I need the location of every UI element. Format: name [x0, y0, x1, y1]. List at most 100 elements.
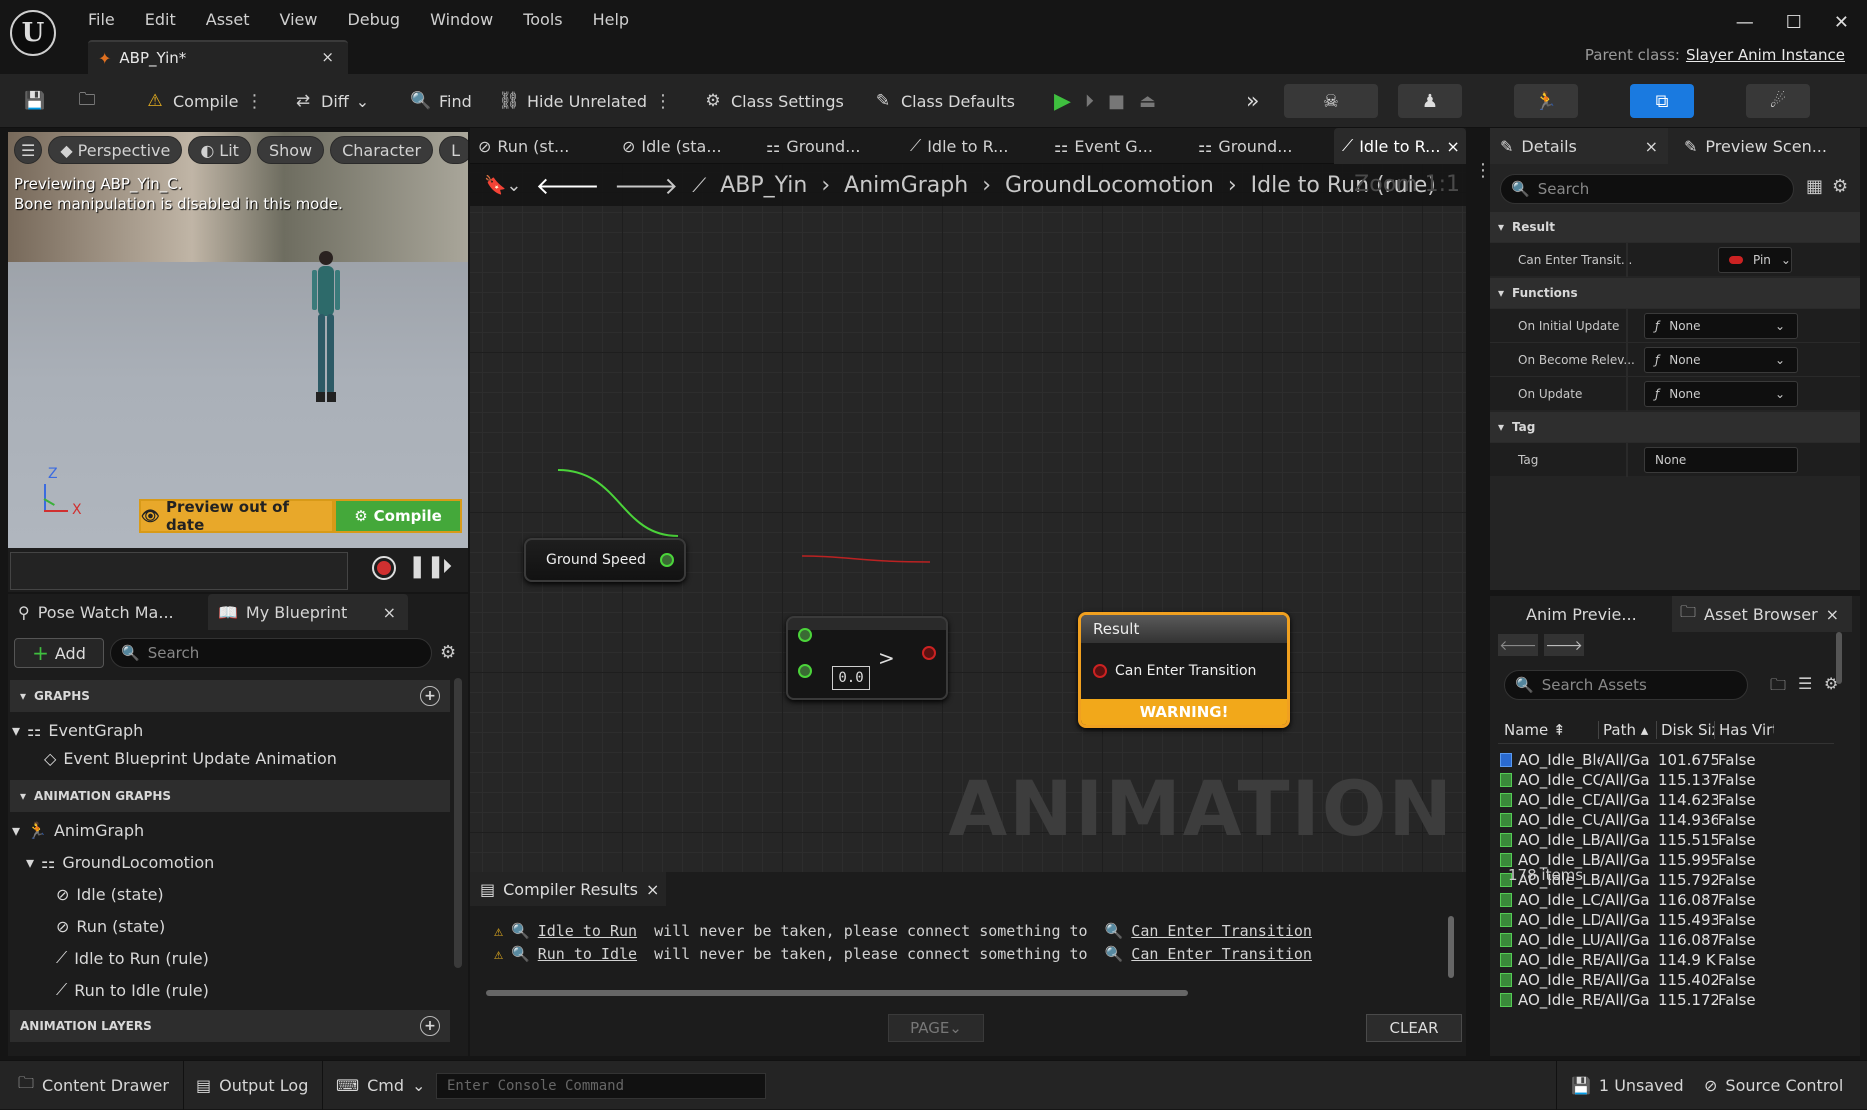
compiler-link[interactable]: Can Enter Transition [1131, 922, 1312, 940]
can-enter-transition-pin[interactable] [1093, 664, 1107, 678]
minimize-button[interactable]: — [1736, 12, 1754, 33]
add-layer-button[interactable]: + [420, 1016, 440, 1036]
class-defaults-button[interactable]: ✎ Class Defaults [872, 86, 1015, 116]
asset-row[interactable]: AO_Idle_LC/All/Ga 116.087 False [1500, 890, 1778, 910]
tree-ground-locomotion[interactable]: ▾ ⚏ GroundLocomotion [26, 848, 214, 876]
asset-scrollbar[interactable] [1836, 632, 1842, 684]
asset-row[interactable]: AO_Idle_CU/All/Ga 114.936 False [1500, 810, 1778, 830]
settings-gear-icon[interactable]: ⚙ [1832, 176, 1848, 197]
viewport-menu-button[interactable]: ☰ [14, 136, 43, 164]
asset-row[interactable]: AO_Idle_RB/All/Ga 115.172 False [1500, 990, 1778, 1010]
class-settings-button[interactable]: ⚙ Class Settings [702, 86, 843, 116]
parent-class-link[interactable]: Slayer Anim Instance [1686, 46, 1845, 64]
character-preview[interactable] [304, 244, 348, 414]
menu-asset[interactable]: Asset [206, 10, 250, 29]
hide-unrelated-options-icon[interactable]: ⋮ [654, 91, 672, 112]
menu-edit[interactable]: Edit [145, 10, 176, 29]
tree-idle-to-run[interactable]: ⟋ Idle to Run (rule) [56, 944, 209, 972]
compare-value-field[interactable]: 0.0 [832, 666, 870, 690]
play-icon[interactable]: ▶ [1054, 89, 1071, 114]
filter-icon[interactable]: ☰ [1798, 674, 1812, 693]
asset-row[interactable]: AO_Idle_LU/All/Ga 116.087 False [1500, 930, 1778, 950]
asset-row[interactable]: AO_Idle_CD/All/Ga 114.623 False [1500, 790, 1778, 810]
unsaved-button[interactable]: 💾 1 Unsaved [1556, 1061, 1698, 1110]
graph-editor[interactable]: 🔖⌄ 🡐 🡒 ⟋ ABP_Yin › AnimGraph › GroundLoc… [470, 164, 1466, 872]
tab-asset-browser[interactable]: 🗀 Asset Browser × [1672, 596, 1852, 632]
animation-mode-button[interactable]: 🏃 [1514, 84, 1578, 118]
cmd-button[interactable]: ⌨ Cmd ⌄ [322, 1061, 439, 1110]
tree-event-graph[interactable]: ▾ ⚏ EventGraph [12, 716, 143, 744]
section-result[interactable]: ▾ Result [1490, 212, 1860, 242]
asset-search-input[interactable]: 🔍 Search Assets [1504, 670, 1748, 700]
close-tab-button[interactable]: × [383, 603, 396, 622]
asset-row[interactable]: AO_Idle_LB/All/Ga 115.515 False [1500, 830, 1778, 850]
compare-input-a-pin[interactable] [798, 628, 812, 642]
compile-button[interactable]: ⚠ Compile ⋮ [144, 86, 263, 116]
close-tab-button[interactable]: × [646, 880, 659, 899]
menu-help[interactable]: Help [593, 10, 629, 29]
console-input[interactable]: Enter Console Command [436, 1073, 766, 1099]
asset-row[interactable]: AO_Idle_LD/All/Ga 115.493 False [1500, 910, 1778, 930]
greater-than-node[interactable]: 0.0 > [786, 616, 948, 700]
clear-button[interactable]: CLEAR [1366, 1014, 1462, 1042]
close-tab-button[interactable]: × [321, 48, 334, 66]
column-name[interactable]: Name ⇞ [1498, 721, 1598, 739]
close-window-button[interactable]: ✕ [1834, 12, 1849, 33]
asset-row[interactable]: AO_Idle_Ble/All/Ga 101.675 False [1500, 750, 1778, 770]
on-become-relevant-dropdown[interactable]: ƒ None ⌄ [1644, 347, 1798, 373]
compiler-link[interactable]: Can Enter Transition [1131, 945, 1312, 963]
tab-idle-to-run-1[interactable]: ⟋ Idle to R... [902, 128, 1042, 164]
physics-mode-button[interactable]: ☄ [1746, 84, 1810, 118]
column-path[interactable]: Path ▴ [1598, 720, 1656, 739]
tree-run-to-idle[interactable]: ⟋ Run to Idle (rule) [56, 976, 209, 1004]
step-forward-button[interactable]: ⏵ [442, 554, 452, 578]
close-tab-button[interactable]: × [1446, 137, 1459, 156]
tab-anim-preview[interactable]: Anim Previe... [1490, 596, 1668, 632]
ground-speed-output-pin[interactable] [660, 553, 674, 567]
folder-icon[interactable]: 🗀 [1770, 674, 1786, 701]
add-graph-button[interactable]: + [420, 686, 440, 706]
output-log-button[interactable]: ▤ Output Log [182, 1061, 324, 1110]
browse-button[interactable]: 🗀 [76, 86, 98, 116]
diff-button[interactable]: ⇄ Diff ⌄ [292, 86, 369, 116]
horizontal-scrollbar[interactable] [486, 990, 1188, 996]
eject-icon[interactable]: ⏏ [1139, 91, 1156, 112]
compare-output-pin[interactable] [922, 646, 936, 660]
find-button[interactable]: 🔍 Find [410, 86, 471, 116]
asset-row[interactable]: AO_Idle_RB/All/Ga 115.402 False [1500, 970, 1778, 990]
close-tab-button[interactable]: × [1826, 605, 1839, 624]
menu-window[interactable]: Window [430, 10, 493, 29]
tree-anim-graph[interactable]: ▾ 🏃 AnimGraph [12, 816, 144, 844]
menu-file[interactable]: File [88, 10, 115, 29]
character-button[interactable]: Character [330, 136, 434, 164]
content-drawer-button[interactable]: 🗀 Content Drawer [4, 1061, 184, 1110]
hide-unrelated-button[interactable]: ⛓ Hide Unrelated ⋮ [498, 86, 672, 116]
section-animation-layers[interactable]: ANIMATION LAYERS + [10, 1010, 450, 1042]
section-functions[interactable]: ▾ Functions [1490, 278, 1860, 308]
compiler-link[interactable]: Run to Idle [538, 945, 637, 963]
pin-dropdown[interactable]: Pin ⌄ [1718, 247, 1792, 273]
menu-tools[interactable]: Tools [523, 10, 562, 29]
viewport-more-button[interactable]: L [439, 136, 468, 164]
mesh-mode-button[interactable]: ♟ [1398, 84, 1462, 118]
section-tag[interactable]: ▾ Tag [1490, 412, 1860, 442]
save-button[interactable]: 💾 [24, 86, 46, 116]
pause-button[interactable]: ❚❚ [408, 554, 445, 579]
step-icon[interactable]: ⏵ [1085, 91, 1094, 112]
ground-speed-node[interactable]: Ground Speed [524, 538, 686, 582]
asset-row[interactable]: AO_Idle_CC/All/Ga 115.137 False [1500, 770, 1778, 790]
blueprint-mode-button[interactable]: ⧉ [1630, 84, 1694, 118]
tree-run-state[interactable]: ⊘ Run (state) [56, 912, 165, 940]
tab-idle-state[interactable]: ⊘ Idle (sta... [614, 128, 754, 164]
tag-input[interactable]: None [1644, 447, 1798, 473]
scrollbar[interactable] [454, 678, 462, 968]
settings-gear-icon[interactable]: ⚙ [440, 642, 456, 663]
timeline-scrubber[interactable] [10, 552, 348, 590]
perspective-button[interactable]: ◆ Perspective [48, 136, 183, 164]
on-initial-update-dropdown[interactable]: ƒ None ⌄ [1644, 313, 1798, 339]
page-button[interactable]: PAGE ⌄ [888, 1014, 984, 1042]
tab-my-blueprint[interactable]: 📖 My Blueprint × [208, 594, 408, 630]
maximize-button[interactable]: ☐ [1786, 12, 1802, 33]
menu-debug[interactable]: Debug [347, 10, 400, 29]
table-view-icon[interactable]: ▦ [1806, 176, 1823, 197]
